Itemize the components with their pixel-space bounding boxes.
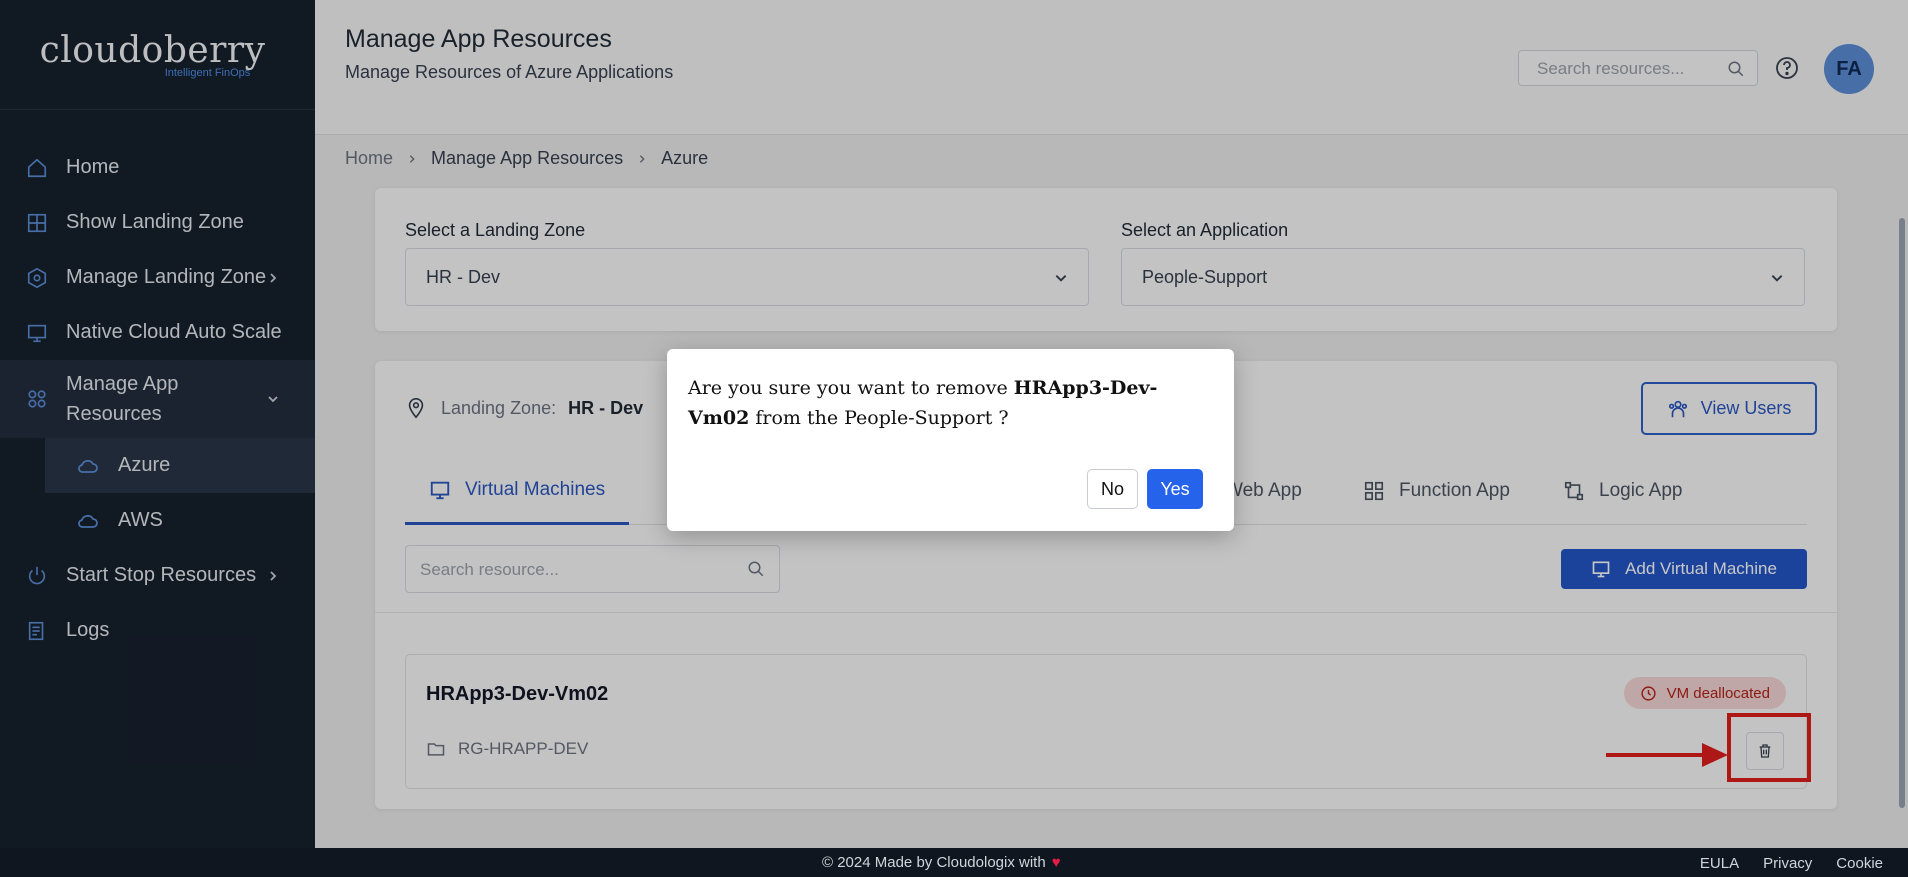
footer-link-privacy[interactable]: Privacy xyxy=(1763,855,1812,872)
confirm-remove-dialog: Are you sure you want to remove HRApp3-D… xyxy=(667,349,1234,531)
footer-link-eula[interactable]: EULA xyxy=(1700,855,1739,872)
copyright-text: © 2024 Made by Cloudologix with xyxy=(822,854,1046,871)
no-button[interactable]: No xyxy=(1087,469,1138,509)
yes-button[interactable]: Yes xyxy=(1147,469,1203,509)
footer: © 2024 Made by Cloudologix with ♥ EULA P… xyxy=(0,848,1908,877)
dialog-message: Are you sure you want to remove HRApp3-D… xyxy=(688,373,1208,433)
dialog-message-prefix: Are you sure you want to remove xyxy=(688,377,1014,399)
heart-icon: ♥ xyxy=(1051,854,1061,871)
dialog-message-suffix: from the People-Support ? xyxy=(749,407,1009,429)
footer-link-cookie[interactable]: Cookie xyxy=(1836,855,1883,872)
footer-copyright: © 2024 Made by Cloudologix with ♥ xyxy=(822,854,1061,871)
footer-links: EULA Privacy Cookie xyxy=(1700,855,1883,872)
